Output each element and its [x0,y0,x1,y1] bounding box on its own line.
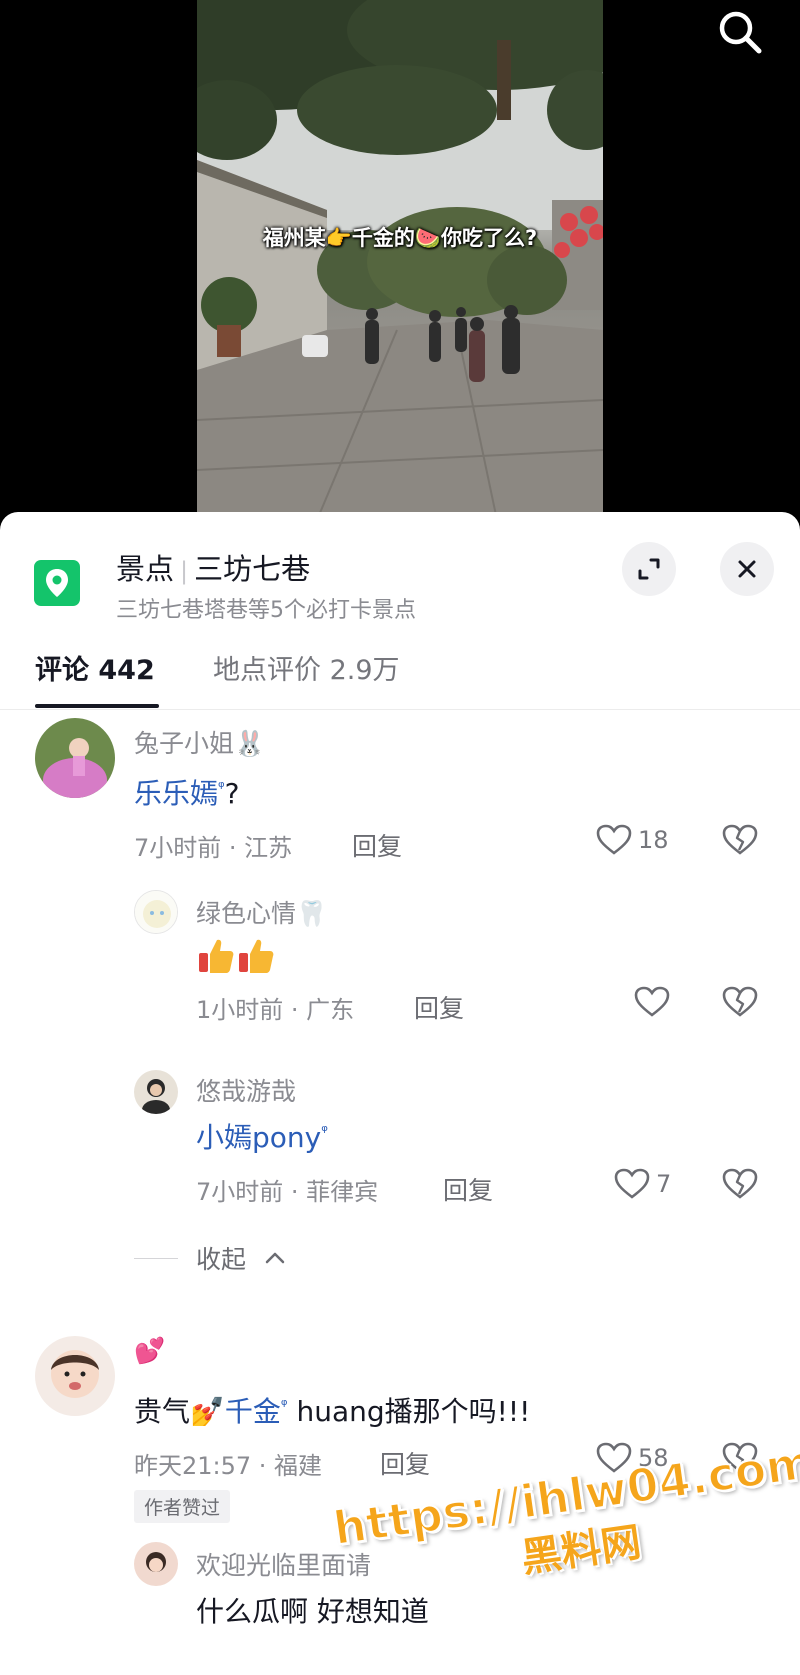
comment-text-tail: ? [224,777,240,810]
mention-marker: ᵠ [321,1121,328,1141]
video-caption: 福州某👉千金的🍉你吃了么? [262,226,538,250]
close-button[interactable] [720,542,774,596]
comment-text: 乐乐嫣ᵠ? [134,772,240,812]
place-category: 景点 [116,552,175,586]
heart-icon [614,1168,650,1199]
avatar[interactable] [134,1070,178,1114]
comment-username[interactable]: 兔子小姐🐰 [134,724,265,760]
thumbs-up-icon [199,939,234,973]
reply-text: 小嫣ponyᵠ [196,1116,328,1156]
expand-button[interactable] [622,542,676,596]
reply-button[interactable]: 回复 [414,989,464,1025]
heart-icon [596,824,632,855]
mention-link[interactable]: 乐乐嫣 [134,777,218,810]
tab-comments[interactable]: 评论 442 [35,648,155,687]
place-header[interactable]: 景点 | 三坊七巷 三坊七巷塔巷等5个必打卡景点 [0,512,800,632]
avatar[interactable] [134,890,178,934]
heart-icon [634,986,670,1017]
like-count: 18 [638,826,669,854]
author-liked-badge: 作者赞过 [134,1490,231,1523]
reply-meta: 7小时前 · 菲律宾 [196,1178,379,1206]
mention-link[interactable]: 千金 [225,1395,281,1428]
reply-meta: 1小时前 · 广东 [196,996,355,1024]
broken-heart-icon [722,986,758,1017]
tab-active-indicator [35,704,159,708]
mention-marker: ᵠ [280,1395,288,1415]
thumbs-up-icon [239,939,274,973]
comment-text-tail: huang播那个吗!!! [287,1395,531,1428]
avatar[interactable] [134,1542,178,1586]
location-pin-icon [34,560,80,606]
comment-meta: 7小时前 · 江苏 [134,834,293,862]
comment-meta: 昨天21:57 · 福建 [134,1452,323,1480]
place-name: 三坊七巷 [194,552,311,586]
comment-text: 贵气💅千金ᵠ huang播那个吗!!! [134,1390,530,1430]
avatar[interactable] [35,718,115,798]
reply-username[interactable]: 绿色心情🦷 [196,894,327,930]
comment-text-head: 贵气💅 [134,1395,225,1428]
like-button[interactable] [634,986,670,1018]
broken-heart-icon [722,1168,758,1199]
reply-button[interactable]: 回复 [380,1445,430,1481]
comment-username[interactable]: 💕 [134,1336,165,1366]
video-frame[interactable]: 福州某👉千金的🍉你吃了么? [197,0,603,520]
dislike-button[interactable] [722,1168,758,1204]
collapse-divider [134,1257,178,1259]
video-player[interactable]: 福州某👉千金的🍉你吃了么? [0,0,800,520]
like-button[interactable]: 18 [596,824,669,856]
search-icon [719,11,762,54]
dislike-button[interactable] [722,986,758,1022]
collapse-label: 收起 [196,1245,247,1274]
like-count: 7 [656,1170,672,1198]
place-title: 景点 | 三坊七巷 [116,546,310,588]
tab-bar: 评论 442 地点评价 2.9万 [0,638,800,710]
dislike-button[interactable] [722,824,758,860]
reply-button[interactable]: 回复 [352,827,402,863]
video-scene [197,0,603,520]
like-button[interactable]: 7 [614,1168,671,1200]
collapse-replies-button[interactable]: 收起 [134,1240,286,1276]
reply-username[interactable]: 悠哉游哉 [196,1072,296,1108]
mention-marker: ᵠ [218,777,225,797]
reply-button[interactable]: 回复 [443,1171,493,1207]
search-button[interactable] [712,4,768,60]
avatar[interactable] [35,1336,115,1416]
tab-place-reviews[interactable]: 地点评价 2.9万 [213,648,400,687]
place-subtitle: 三坊七巷塔巷等5个必打卡景点 [116,598,416,623]
mention-link[interactable]: 小嫣pony [196,1121,321,1154]
chevron-up-icon [265,1252,285,1264]
reply-text [196,936,276,983]
title-separator: | [180,557,189,585]
expand-icon [638,558,660,580]
close-icon [738,560,756,578]
broken-heart-icon [722,824,758,855]
